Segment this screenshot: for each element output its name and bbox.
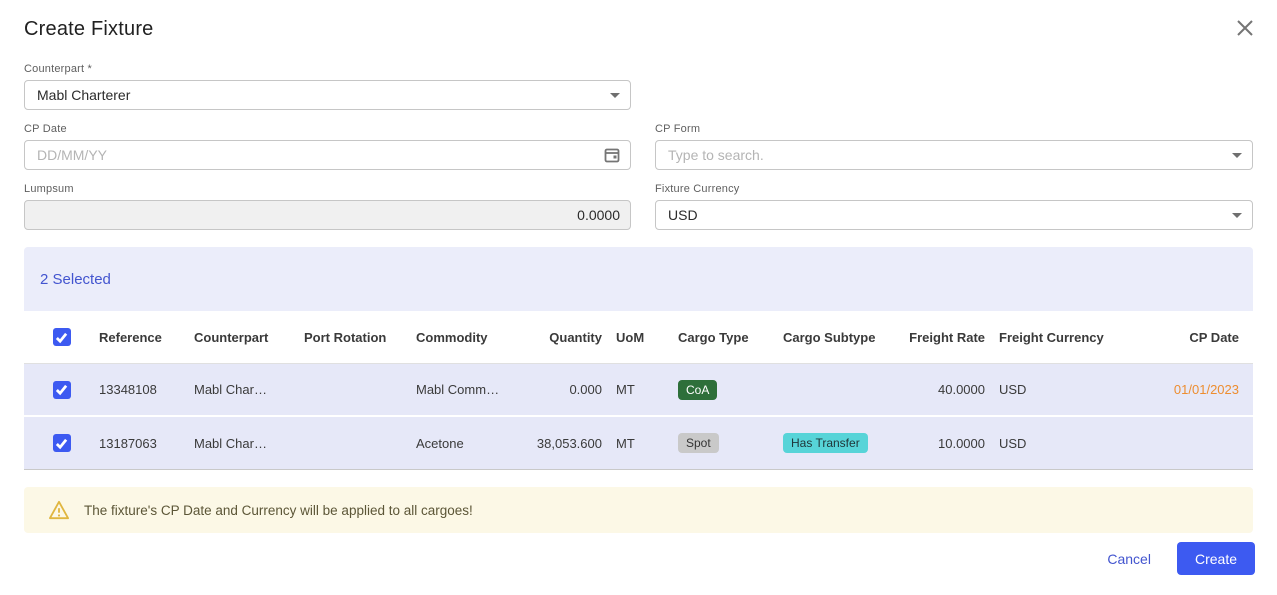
col-reference: Reference (99, 329, 162, 345)
cell-freight-currency: USD (999, 435, 1027, 451)
warning-banner: The fixture's CP Date and Currency will … (24, 487, 1253, 533)
cp-date-input[interactable]: DD/MM/YY (24, 140, 631, 170)
table-row[interactable]: 13348108 Mabl Char… Mabl Comm… 0.000 MT … (24, 364, 1253, 417)
cell-quantity: 38,053.600 (536, 435, 602, 451)
create-fixture-dialog: Create Fixture Counterpart * Mabl Charte… (0, 0, 1277, 595)
table-header-row: Reference Counterpart Port Rotation Comm… (24, 311, 1253, 364)
cell-counterpart: Mabl Char… (194, 435, 267, 451)
cell-quantity: 0.000 (569, 382, 602, 397)
col-freight-rate: Freight Rate (909, 329, 985, 345)
cancel-button[interactable]: Cancel (1107, 551, 1151, 567)
create-button[interactable]: Create (1176, 542, 1255, 575)
cell-reference: 13187063 (99, 435, 157, 451)
fixture-form: Counterpart * Mabl Charterer CP Date DD/… (24, 63, 1253, 230)
col-cp-date: CP Date (1189, 329, 1239, 345)
cell-cargo-subtype: Has Transfer (783, 433, 901, 453)
lumpsum-label: Lumpsum (24, 183, 74, 195)
cargo-badge: Has Transfer (783, 433, 868, 453)
table-row[interactable]: 13187063 Mabl Char… Acetone 38,053.600 M… (24, 417, 1253, 470)
row-checkbox[interactable] (52, 380, 71, 399)
cell-freight-rate: 40.0000 (938, 382, 985, 397)
cell-cargo-type: Spot (678, 433, 783, 453)
selected-count: 2 Selected (40, 270, 111, 288)
cell-freight-currency: USD (999, 382, 1027, 397)
cell-reference: 13348108 (99, 382, 157, 397)
lumpsum-value: 0.0000 (577, 207, 620, 223)
cell-counterpart: Mabl Char… (194, 382, 267, 397)
col-cargo-subtype: Cargo Subtype (783, 329, 876, 345)
counterpart-select[interactable]: Mabl Charterer (24, 80, 631, 110)
cell-cp-date: 01/01/2023 (1173, 382, 1239, 397)
cell-uom: MT (616, 382, 635, 397)
table-body: 13348108 Mabl Char… Mabl Comm… 0.000 MT … (24, 364, 1253, 470)
cargo-badge: CoA (678, 379, 718, 400)
fixture-currency-value: USD (668, 207, 698, 223)
row-checkbox[interactable] (52, 434, 71, 452)
warning-triangle-icon (48, 500, 70, 520)
dialog-title: Create Fixture (24, 18, 154, 40)
col-counterpart: Counterpart (194, 329, 269, 345)
counterpart-value: Mabl Charterer (37, 87, 131, 103)
cell-cargo-type: CoA (678, 379, 783, 400)
selection-banner: 2 Selected (24, 247, 1253, 311)
cell-uom: MT (616, 435, 635, 451)
calendar-icon[interactable] (604, 147, 620, 163)
cargo-badge: Spot (678, 433, 719, 453)
cp-form-select[interactable]: Type to search. (655, 140, 1253, 170)
fixture-currency-select[interactable]: USD (655, 200, 1253, 230)
col-freight-currency: Freight Currency (999, 329, 1104, 345)
cp-form-label: CP Form (655, 123, 701, 135)
cell-commodity: Acetone (416, 435, 464, 451)
lumpsum-input: 0.0000 (24, 200, 631, 230)
col-commodity: Commodity (416, 329, 488, 345)
col-cargo-type: Cargo Type (678, 329, 749, 345)
cp-date-placeholder: DD/MM/YY (37, 147, 107, 163)
fixture-currency-label: Fixture Currency (655, 183, 740, 195)
select-all-checkbox[interactable] (52, 328, 71, 346)
close-icon[interactable] (1233, 16, 1257, 40)
counterpart-label: Counterpart * (24, 63, 93, 75)
cell-commodity: Mabl Comm… (416, 382, 500, 397)
cargo-table-section: 2 Selected Reference Counterpart Port Ro… (24, 247, 1253, 470)
col-uom: UoM (616, 329, 645, 345)
cell-freight-rate: 10.0000 (938, 435, 985, 451)
col-port-rotation: Port Rotation (304, 329, 387, 345)
col-quantity: Quantity (549, 329, 602, 345)
cp-date-label: CP Date (24, 123, 67, 135)
cp-form-placeholder: Type to search. (668, 147, 764, 163)
dialog-footer: Cancel Create (1107, 542, 1255, 575)
chevron-down-icon (1232, 152, 1242, 158)
chevron-down-icon (1232, 212, 1242, 218)
chevron-down-icon (610, 92, 620, 98)
warning-text: The fixture's CP Date and Currency will … (84, 502, 473, 518)
